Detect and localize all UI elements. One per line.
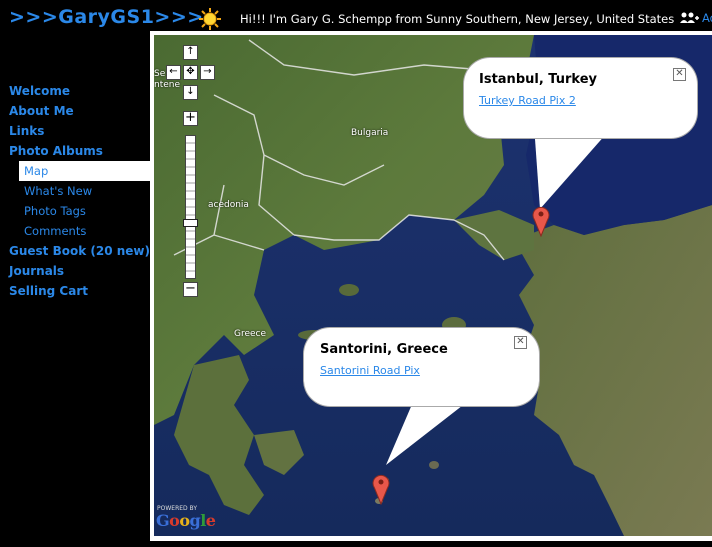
pan-right-button[interactable]: → bbox=[200, 65, 215, 80]
label-montenegro-1: Se bbox=[154, 69, 166, 79]
nav-about-me[interactable]: About Me bbox=[0, 101, 150, 121]
label-macedonia: acedonia bbox=[208, 200, 249, 210]
pan-left-button[interactable]: ← bbox=[166, 65, 181, 80]
site-title[interactable]: >>>GaryGS1>>> bbox=[9, 6, 204, 28]
nav-welcome[interactable]: Welcome bbox=[0, 81, 150, 101]
zoom-in-button[interactable]: + bbox=[183, 111, 198, 126]
nav-selling-cart[interactable]: Selling Cart bbox=[0, 281, 150, 301]
pan-up-button[interactable]: ↑ bbox=[183, 45, 198, 60]
label-bulgaria: Bulgaria bbox=[351, 128, 389, 138]
nav-photo-albums[interactable]: Photo Albums bbox=[0, 141, 150, 161]
zoom-track[interactable] bbox=[185, 135, 196, 279]
people-icon bbox=[680, 12, 699, 23]
pan-center-button[interactable]: ✥ bbox=[183, 65, 198, 80]
istanbul-info-window: Istanbul, Turkey Turkey Road Pix 2 ✕ bbox=[464, 58, 697, 138]
santorini-bubble-tail bbox=[386, 395, 476, 465]
istanbul-link[interactable]: Turkey Road Pix 2 bbox=[479, 94, 576, 107]
google-logo-letter: o bbox=[179, 511, 190, 530]
google-logo-letter: o bbox=[169, 511, 180, 530]
santorini-info-window: Santorini, Greece Santorini Road Pix ✕ bbox=[304, 328, 539, 406]
pan-down-button[interactable]: ↓ bbox=[183, 85, 198, 100]
zoom-slider-handle[interactable] bbox=[183, 219, 198, 227]
nav-comments[interactable]: Comments bbox=[0, 221, 150, 241]
sun-icon bbox=[199, 8, 221, 30]
google-logo-letter: e bbox=[205, 511, 216, 530]
nav-links[interactable]: Links bbox=[0, 121, 150, 141]
close-icon[interactable]: ✕ bbox=[514, 336, 527, 349]
nav-map[interactable]: Map bbox=[19, 161, 150, 181]
istanbul-title: Istanbul, Turkey bbox=[479, 72, 597, 87]
istanbul-marker-icon[interactable] bbox=[532, 205, 550, 237]
nav-photo-tags[interactable]: Photo Tags bbox=[0, 201, 150, 221]
nav-whats-new[interactable]: What's New bbox=[0, 181, 150, 201]
greeting-text: Hi!!! I'm Gary G. Schempp from Sunny Sou… bbox=[240, 12, 675, 26]
add-friend-label[interactable]: Ad bbox=[702, 11, 712, 25]
santorini-title: Santorini, Greece bbox=[320, 342, 448, 357]
santorini-marker-icon[interactable] bbox=[372, 473, 390, 505]
google-logo-letter: g bbox=[189, 511, 201, 530]
zoom-out-button[interactable]: − bbox=[183, 282, 198, 297]
santorini-link[interactable]: Santorini Road Pix bbox=[320, 364, 420, 377]
google-logo[interactable]: Google bbox=[156, 511, 216, 530]
map-frame: Bulgaria acedonia Greece Se ntene ↑ ← ✥ … bbox=[150, 31, 712, 541]
label-greece: Greece bbox=[234, 329, 267, 339]
google-logo-letter: G bbox=[156, 511, 170, 530]
nav-journals[interactable]: Journals bbox=[0, 261, 150, 281]
label-montenegro-2: ntene bbox=[154, 80, 181, 90]
close-icon[interactable]: ✕ bbox=[673, 68, 686, 81]
sidebar-nav: Welcome About Me Links Photo Albums Map … bbox=[0, 81, 150, 301]
add-friend-link[interactable]: Ad bbox=[679, 11, 712, 25]
nav-guest-book[interactable]: Guest Book (20 new) bbox=[0, 241, 150, 261]
satellite-map[interactable]: Bulgaria acedonia Greece Se ntene ↑ ← ✥ … bbox=[154, 35, 712, 536]
